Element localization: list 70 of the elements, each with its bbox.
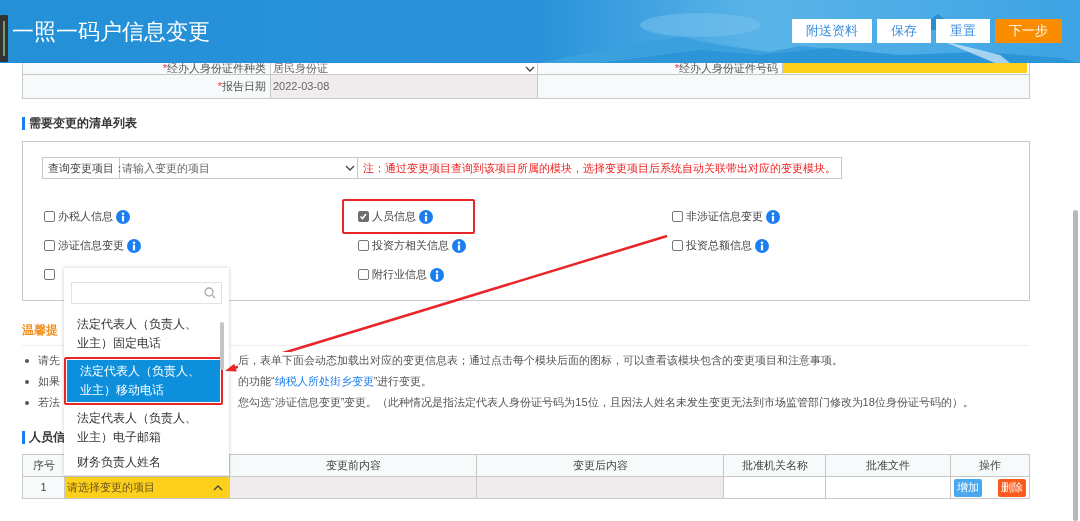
- checkbox[interactable]: [672, 211, 683, 222]
- header-button[interactable]: 保存: [877, 18, 931, 43]
- info-icon[interactable]: [766, 209, 780, 224]
- checkbox[interactable]: [672, 240, 683, 251]
- info-icon[interactable]: [419, 209, 433, 224]
- checkbox-label: 投资方相关信息: [372, 238, 449, 254]
- query-note: 注：通过变更项目查询到该项目所属的模块，选择变更项目后系统自动关联带出对应的变更模块。: [358, 157, 842, 179]
- info-icon[interactable]: [452, 238, 466, 253]
- item-select[interactable]: 请选择变更的项目: [65, 477, 230, 498]
- field-label: *经办人身份证件号码: [674, 63, 778, 74]
- checkbox[interactable]: [358, 240, 369, 251]
- checkbox[interactable]: [358, 211, 369, 222]
- scrollbar-thumb[interactable]: [220, 322, 224, 370]
- bullet-icon: [25, 358, 29, 363]
- column-header: 批准文件: [826, 455, 951, 476]
- page-title: 一照一码户信息变更: [12, 20, 210, 43]
- dropdown-option[interactable]: 法定代表人（负责人、业主）电子邮箱: [64, 407, 217, 449]
- checkbox-label: 人员信息: [372, 209, 416, 225]
- input-field[interactable]: [783, 63, 1027, 73]
- select-field[interactable]: 居民身份证: [271, 63, 538, 74]
- info-icon[interactable]: [127, 238, 141, 253]
- search-field[interactable]: [71, 282, 222, 304]
- column-header: 变更前内容: [230, 455, 477, 476]
- checkbox[interactable]: [44, 211, 55, 222]
- tips-heading: 温馨提: [22, 325, 58, 338]
- header-button[interactable]: 附送资料: [792, 18, 872, 43]
- checkbox[interactable]: [44, 269, 55, 280]
- info-icon[interactable]: [430, 267, 444, 282]
- dropdown-option[interactable]: 法定代表人（负责人、业主）移动电话: [67, 360, 220, 402]
- checkbox-label: 非涉证信息变更: [686, 209, 763, 225]
- date-field: 2022-03-08: [271, 75, 538, 98]
- checkbox-label: 投资总额信息: [686, 238, 752, 254]
- column-header: 操作: [978, 458, 1002, 474]
- checkbox-label: 涉证信息变更: [58, 238, 124, 254]
- search-icon: [204, 287, 216, 299]
- column-header: 变更后内容: [477, 455, 724, 476]
- checkbox[interactable]: [44, 240, 55, 251]
- header-button[interactable]: 下一步: [995, 18, 1062, 43]
- field-label: *经办人身份证件种类: [162, 63, 266, 74]
- info-icon[interactable]: [116, 209, 130, 224]
- check-icon: [359, 212, 368, 221]
- header-button[interactable]: 重置: [936, 18, 990, 43]
- info-icon[interactable]: [755, 238, 769, 253]
- tip-text: 如果: [38, 374, 60, 390]
- tip-text: 若法: [38, 395, 60, 411]
- tip-text: 请先: [38, 353, 60, 369]
- query-label: 查询变更项目：: [42, 157, 120, 179]
- checkbox-label: 办税人信息: [58, 209, 113, 225]
- table-cell: 1: [23, 477, 65, 498]
- section-heading: 人员信: [29, 431, 65, 444]
- row-button[interactable]: 增加: [954, 478, 982, 497]
- chevron-icon: [345, 164, 355, 172]
- checkbox[interactable]: [358, 269, 369, 280]
- column-header: 批准机关名称: [724, 455, 826, 476]
- checkbox-label: 附行业信息: [372, 267, 427, 283]
- dropdown-option[interactable]: 财务负责人姓名: [64, 451, 217, 474]
- handle-icon[interactable]: [0, 15, 8, 62]
- section-heading: 需要变更的清单列表: [29, 117, 137, 130]
- tip-link[interactable]: 纳税人所处街乡变更: [274, 375, 374, 388]
- chevron-icon: [525, 64, 535, 73]
- row-button[interactable]: 删除: [998, 478, 1026, 497]
- chevron-icon: [213, 483, 223, 492]
- bullet-icon: [25, 400, 29, 405]
- scrollbar-thumb[interactable]: [1073, 210, 1078, 521]
- heading-bar: [22, 431, 25, 444]
- field-label: *报告日期: [217, 81, 266, 92]
- dropdown-option[interactable]: 法定代表人（负责人、业主）固定电话: [64, 313, 217, 355]
- bullet-icon: [25, 379, 29, 384]
- heading-bar: [22, 117, 25, 130]
- query-select[interactable]: 请输入变更的项目: [120, 157, 358, 179]
